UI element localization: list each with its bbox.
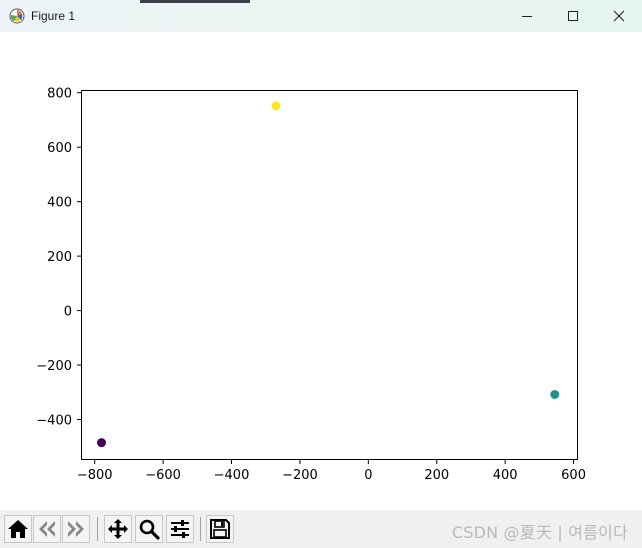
minimize-icon [522, 16, 532, 17]
y-tick-label: 600 [47, 141, 72, 156]
configure-subplots-button[interactable] [166, 515, 194, 543]
x-tick-label: −800 [77, 468, 113, 483]
back-button[interactable] [33, 515, 61, 543]
y-tick-label: −400 [36, 414, 72, 429]
maximize-icon [568, 11, 578, 21]
sliders-icon [171, 520, 189, 538]
y-tick-label: −200 [36, 359, 72, 374]
magnifier-icon [139, 519, 160, 540]
x-tick-label: −400 [214, 468, 250, 483]
watermark-text: CSDN @夏天 | 여름이다 [451, 523, 628, 542]
home-button[interactable] [4, 515, 32, 543]
home-icon [8, 520, 28, 538]
toolbar-separator [200, 517, 201, 541]
floppy-disk-icon [210, 519, 230, 539]
y-tick-label: 800 [47, 87, 72, 102]
x-tick-label: 0 [364, 468, 372, 483]
window-title: Figure 1 [31, 9, 76, 23]
minimize-button[interactable] [504, 0, 550, 32]
toolbar-separator [97, 517, 98, 541]
maximize-button[interactable] [550, 0, 596, 32]
x-tick-label: 200 [424, 468, 449, 483]
move-icon [108, 519, 128, 539]
y-tick-label: 0 [64, 305, 72, 320]
zoom-button[interactable] [135, 515, 163, 543]
forward-button[interactable] [62, 515, 90, 543]
navigation-toolbar: CSDN @夏天 | 여름이다 [0, 510, 642, 548]
scatter-plot: −800 −600 −400 −200 0 200 400 600 −400 −200 0 200 4… [36, 87, 586, 483]
figure-canvas[interactable]: −800 −600 −400 −200 0 200 400 600 −400 −200 0 200 4… [0, 32, 642, 510]
scatter-point [97, 438, 107, 448]
x-axis-ticks: −800 −600 −400 −200 0 200 400 600 [77, 459, 586, 483]
background-window-strip [140, 0, 250, 3]
y-tick-label: 400 [47, 196, 72, 211]
y-axis-ticks: −400 −200 0 200 400 600 800 [36, 87, 82, 429]
pan-button[interactable] [104, 515, 132, 543]
matplotlib-logo-icon [9, 8, 25, 24]
back-arrow-icon [39, 521, 55, 537]
y-tick-label: 200 [47, 250, 72, 265]
scatter-point [271, 101, 281, 111]
close-icon [613, 10, 625, 22]
close-button[interactable] [596, 0, 642, 32]
x-tick-label: 400 [493, 468, 518, 483]
x-tick-label: 600 [561, 468, 586, 483]
scatter-point [550, 389, 560, 399]
axes-frame [81, 90, 578, 460]
save-button[interactable] [206, 515, 234, 543]
title-bar: Figure 1 [0, 0, 642, 32]
x-tick-label: −200 [282, 468, 318, 483]
x-tick-label: −600 [145, 468, 181, 483]
forward-arrow-icon [68, 521, 84, 537]
